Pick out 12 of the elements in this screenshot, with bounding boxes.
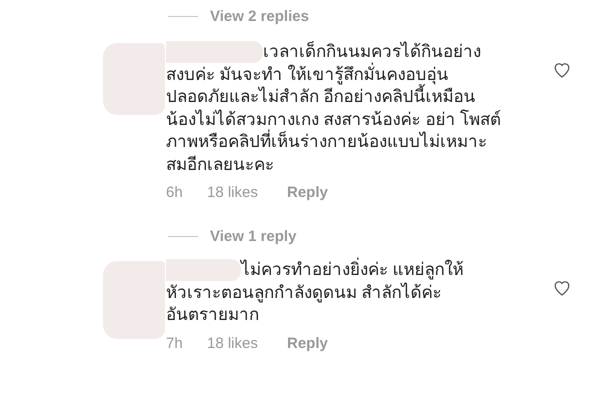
comment-text: ไม่ควรทำอย่างยิ่งค่ะ แหย่ลูกให้ หัวเราะตอนลูกกำลังดูดนม สำลักได้ค่ะ อันตรายมาก [166, 259, 536, 326]
heart-icon[interactable] [553, 61, 571, 78]
comment-time: 7h [166, 334, 184, 352]
view-replies-link[interactable]: View 1 reply [210, 228, 296, 244]
like-count: 18 likes [207, 334, 259, 352]
heart-icon[interactable] [553, 279, 571, 296]
comment-time: 6h [166, 184, 184, 201]
reply-link[interactable]: Reply [287, 334, 328, 352]
reply-link[interactable]: Reply [287, 184, 328, 201]
view-replies-link[interactable]: View 2 replies [210, 8, 309, 24]
comment-text: เวลาเด็กกินนมควรได้กินอย่าง สงบค่ะ มันจะทำ ให้เขารู้สึกมั่นคงอบอุ่น ปลอดภัยและไม่สำลัก อีกอย่างคลิปนี้เหมือน น้องไม่ได้สวมกางเกง สงสารน้องค่ะ อย่า โพสต์ ภาพหรือคลิปที่เห็นร่างกายน้องแบบไม่เหมาะ สมอีกเลยนะคะ [166, 41, 502, 176]
like-count: 18 likes [207, 184, 259, 201]
